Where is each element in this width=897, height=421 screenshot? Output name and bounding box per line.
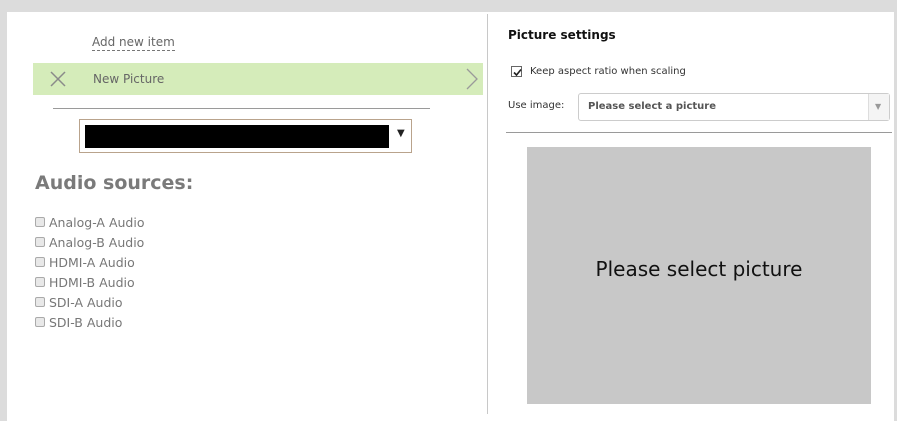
separator [506,132,892,133]
audio-sources-heading: Audio sources: [35,172,194,194]
use-image-label: Use image: [508,100,565,111]
picture-preview: Please select picture [527,147,871,404]
item-select-dropdown[interactable]: ▼ [79,119,412,153]
checkbox[interactable] [35,297,45,307]
use-image-value: Please select a picture [588,101,716,112]
audio-source-sdi-b[interactable]: SDI-B Audio [35,312,144,332]
select-toggle-button[interactable]: ▼ [868,94,889,120]
item-label: New Picture [93,72,165,86]
audio-source-label: Analog-A Audio [49,214,145,230]
checkbox[interactable] [35,217,45,227]
chevron-right-icon[interactable] [465,68,479,90]
audio-sources-list: Analog-A Audio Analog-B Audio HDMI-A Aud… [35,212,144,332]
preview-placeholder-text: Please select picture [595,257,803,281]
checkbox[interactable] [35,317,45,327]
checkbox[interactable] [35,237,45,247]
keep-aspect-checkbox[interactable] [511,66,522,77]
close-icon[interactable] [49,70,67,88]
audio-source-label: Analog-B Audio [49,234,145,250]
top-frame [0,0,897,12]
item-row-new-picture[interactable]: New Picture [33,63,483,95]
audio-source-label: SDI-B Audio [49,314,123,330]
left-frame [0,0,7,421]
separator [53,108,430,109]
audio-source-sdi-a[interactable]: SDI-A Audio [35,292,144,312]
add-new-item-link[interactable]: Add new item [92,34,175,51]
use-image-select[interactable]: Please select a picture ▼ [578,93,890,121]
audio-source-label: HDMI-A Audio [49,254,135,270]
audio-source-label: HDMI-B Audio [49,274,135,290]
audio-source-analog-a[interactable]: Analog-A Audio [35,212,144,232]
audio-source-hdmi-a[interactable]: HDMI-A Audio [35,252,144,272]
panel-divider [487,14,488,414]
keep-aspect-ratio-option[interactable]: Keep aspect ratio when scaling [511,66,686,77]
dropdown-arrow-icon: ▼ [397,128,405,139]
audio-source-analog-b[interactable]: Analog-B Audio [35,232,144,252]
chevron-down-icon: ▼ [875,102,882,111]
audio-source-hdmi-b[interactable]: HDMI-B Audio [35,272,144,292]
picture-settings-title: Picture settings [508,28,616,42]
checkbox[interactable] [35,277,45,287]
checkbox[interactable] [35,257,45,267]
dropdown-value [85,125,389,148]
keep-aspect-label: Keep aspect ratio when scaling [530,66,686,77]
audio-source-label: SDI-A Audio [49,294,123,310]
check-icon [513,68,522,77]
